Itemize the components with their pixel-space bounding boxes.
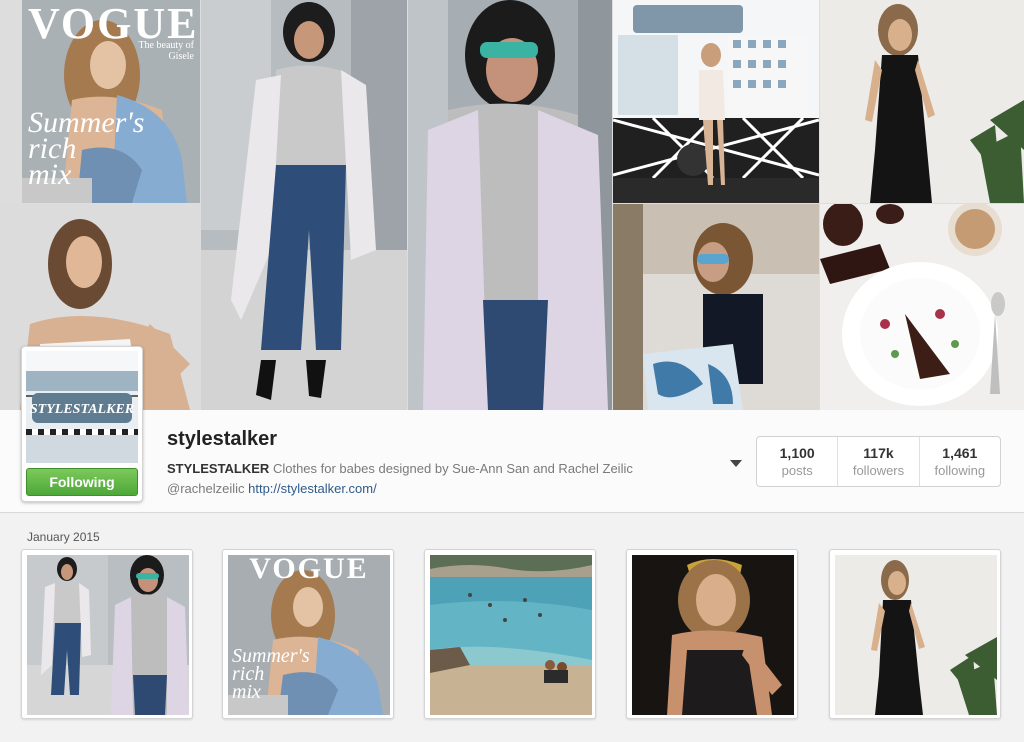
profile-website-link[interactable]: http://stylestalker.com/ xyxy=(248,481,377,496)
cover-photo-dessert[interactable] xyxy=(820,204,1024,410)
profile-bio-text: Clothes for babes designed by Sue-Ann Sa… xyxy=(272,461,633,476)
thumb-magazine-cover-line: Summer's rich mix xyxy=(232,645,310,703)
stat-posts-value: 1,100 xyxy=(779,445,815,461)
magazine-cover-line: Summer's rich mix xyxy=(28,106,145,191)
stat-followers-value: 117k xyxy=(863,445,894,461)
avatar-card: STYLESTALKER Following xyxy=(21,346,143,502)
feed-thumbnail-image xyxy=(27,555,189,715)
profile-display-name: STYLESTALKER xyxy=(167,461,270,476)
cover-photo-black-dress[interactable] xyxy=(820,0,1024,203)
cover-photo-food-truck[interactable] xyxy=(613,0,819,203)
cover-photo-sitting-girl[interactable] xyxy=(613,204,819,410)
profile-bio: STYLESTALKER Clothes for babes designed … xyxy=(167,459,727,499)
avatar[interactable]: STYLESTALKER xyxy=(26,351,138,463)
cover-photo-magazine[interactable]: VOGUE Summer's rich mix The beauty of Gi… xyxy=(22,0,200,203)
feed-thumbnail-image xyxy=(430,555,592,715)
profile-stats: 1,100 posts 117k followers 1,461 followi… xyxy=(756,436,1001,487)
feed-thumbnail[interactable] xyxy=(424,549,596,719)
cover-mosaic: VOGUE Summer's rich mix The beauty of Gi… xyxy=(0,0,1024,410)
cover-photo-cardigan[interactable] xyxy=(408,0,612,410)
stat-following-label: following xyxy=(934,463,986,478)
feed-thumbnail[interactable] xyxy=(626,549,798,719)
profile-handle: @rachelzeilic xyxy=(167,481,245,496)
feed-thumbnail[interactable] xyxy=(829,549,1001,719)
following-button[interactable]: Following xyxy=(26,468,138,496)
feed-thumbnail-image: VOGUE Summer's rich mix xyxy=(228,555,390,715)
options-chevron-down-icon[interactable] xyxy=(730,460,742,467)
feed-thumbnail-image xyxy=(632,555,794,715)
stat-followers-label: followers xyxy=(852,463,905,478)
magazine-side-text: The beauty of Gisele xyxy=(138,40,194,62)
cover-photo-jeans-full[interactable] xyxy=(201,0,407,410)
feed-thumbnail[interactable]: VOGUE Summer's rich mix xyxy=(222,549,394,719)
feed-thumbnail[interactable] xyxy=(21,549,193,719)
feed-thumbnail-image xyxy=(835,555,997,715)
avatar-caption: STYLESTALKER xyxy=(30,402,134,417)
profile-username: stylestalker xyxy=(167,428,278,450)
profile-page: VOGUE Summer's rich mix The beauty of Gi… xyxy=(0,0,1024,742)
feed-month-label: January 2015 xyxy=(27,530,100,544)
stat-following-value: 1,461 xyxy=(942,445,978,461)
stat-posts-label: posts xyxy=(781,463,813,478)
stat-following[interactable]: 1,461 following xyxy=(920,437,1000,486)
thumb-magazine-title: VOGUE xyxy=(249,555,369,585)
stat-posts[interactable]: 1,100 posts xyxy=(757,437,839,486)
stat-followers[interactable]: 117k followers xyxy=(838,437,920,486)
